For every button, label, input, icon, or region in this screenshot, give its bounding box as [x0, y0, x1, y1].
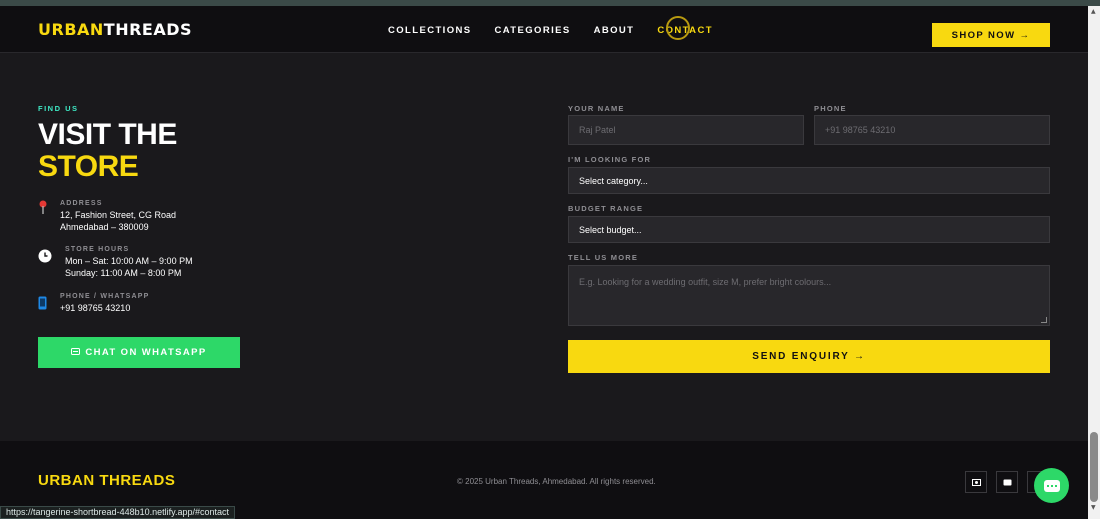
nav-collections[interactable]: COLLECTIONS: [388, 25, 471, 36]
chat-bubble-icon: [1043, 479, 1060, 492]
whatsapp-button[interactable]: CHAT ON WHATSAPP: [38, 337, 240, 368]
logo-part-threads: THREADS: [103, 20, 193, 39]
whatsapp-button-label: CHAT ON WHATSAPP: [85, 347, 207, 358]
chat-icon: [71, 347, 81, 358]
nav-about[interactable]: ABOUT: [594, 25, 635, 36]
navbar: URBANTHREADS COLLECTIONS CATEGORIES ABOU…: [0, 6, 1088, 53]
cursor-ring-icon: [666, 16, 690, 40]
nav-categories[interactable]: CATEGORIES: [494, 25, 570, 36]
message-textarea[interactable]: E.g. Looking for a wedding outfit, size …: [568, 265, 1050, 326]
page-scrollbar[interactable]: ▲ ▼: [1088, 6, 1100, 519]
hours-block: STORE HOURS Mon – Sat: 10:00 AM – 9:00 P…: [38, 246, 193, 279]
phone-icon: [38, 293, 54, 315]
phone-input[interactable]: +91 98765 43210: [814, 115, 1050, 145]
budget-label: BUDGET RANGE: [568, 204, 644, 213]
phone-label: PHONE / WHATSAPP: [60, 293, 150, 300]
shop-now-button[interactable]: SHOP NOW →: [932, 23, 1050, 47]
footer-logo[interactable]: URBAN THREADS: [38, 472, 175, 489]
logo-part-urban: URBAN: [38, 20, 104, 39]
section-eyebrow: FIND US: [38, 104, 79, 113]
address-line-1: 12, Fashion Street, CG Road: [60, 210, 177, 220]
site-logo[interactable]: URBANTHREADS: [38, 20, 192, 39]
title-line-2: STORE: [38, 150, 139, 183]
address-line-2: Ahmedabad – 380009: [60, 221, 149, 232]
tell-us-more-label: TELL US MORE: [568, 253, 639, 262]
instagram-icon[interactable]: [965, 471, 987, 493]
scroll-up-arrow-icon[interactable]: ▲: [1091, 8, 1096, 15]
hours-line-2: Sunday: 11:00 AM – 8:00 PM: [65, 267, 182, 278]
scroll-down-arrow-icon[interactable]: ▼: [1091, 504, 1096, 511]
address-label: ADDRESS: [60, 200, 103, 207]
send-enquiry-button[interactable]: SEND ENQUIRY →: [568, 340, 1050, 373]
hours-label: STORE HOURS: [65, 246, 130, 253]
address-block: ADDRESS 12, Fashion Street, CG Road Ahme…: [38, 200, 176, 233]
resize-handle-icon[interactable]: [1041, 317, 1047, 323]
hours-line-1: Mon – Sat: 10:00 AM – 9:00 PM: [65, 256, 193, 266]
map-pin-icon: [38, 200, 54, 233]
budget-select[interactable]: Select budget...: [568, 216, 1050, 243]
message-icon[interactable]: [996, 471, 1018, 493]
copyright-text: © 2025 Urban Threads, Ahmedabad. All rig…: [457, 477, 656, 486]
scrollbar-thumb[interactable]: [1090, 432, 1098, 502]
status-bar-url: https://tangerine-shortbread-448b10.netl…: [0, 506, 235, 519]
category-select[interactable]: Select category...: [568, 167, 1050, 194]
looking-for-label: I'M LOOKING FOR: [568, 155, 652, 164]
phone-field-label: PHONE: [814, 104, 847, 113]
floating-chat-button[interactable]: [1034, 468, 1069, 503]
name-label: YOUR NAME: [568, 104, 625, 113]
title-line-1: VISIT THE: [38, 118, 177, 151]
phone-block: PHONE / WHATSAPP +91 98765 43210: [38, 293, 149, 315]
name-input[interactable]: Raj Patel: [568, 115, 804, 145]
clock-icon: [38, 246, 60, 279]
phone-value[interactable]: +91 98765 43210: [60, 303, 149, 315]
section-title: VISIT THE STORE: [38, 119, 177, 183]
message-placeholder: E.g. Looking for a wedding outfit, size …: [579, 277, 832, 287]
